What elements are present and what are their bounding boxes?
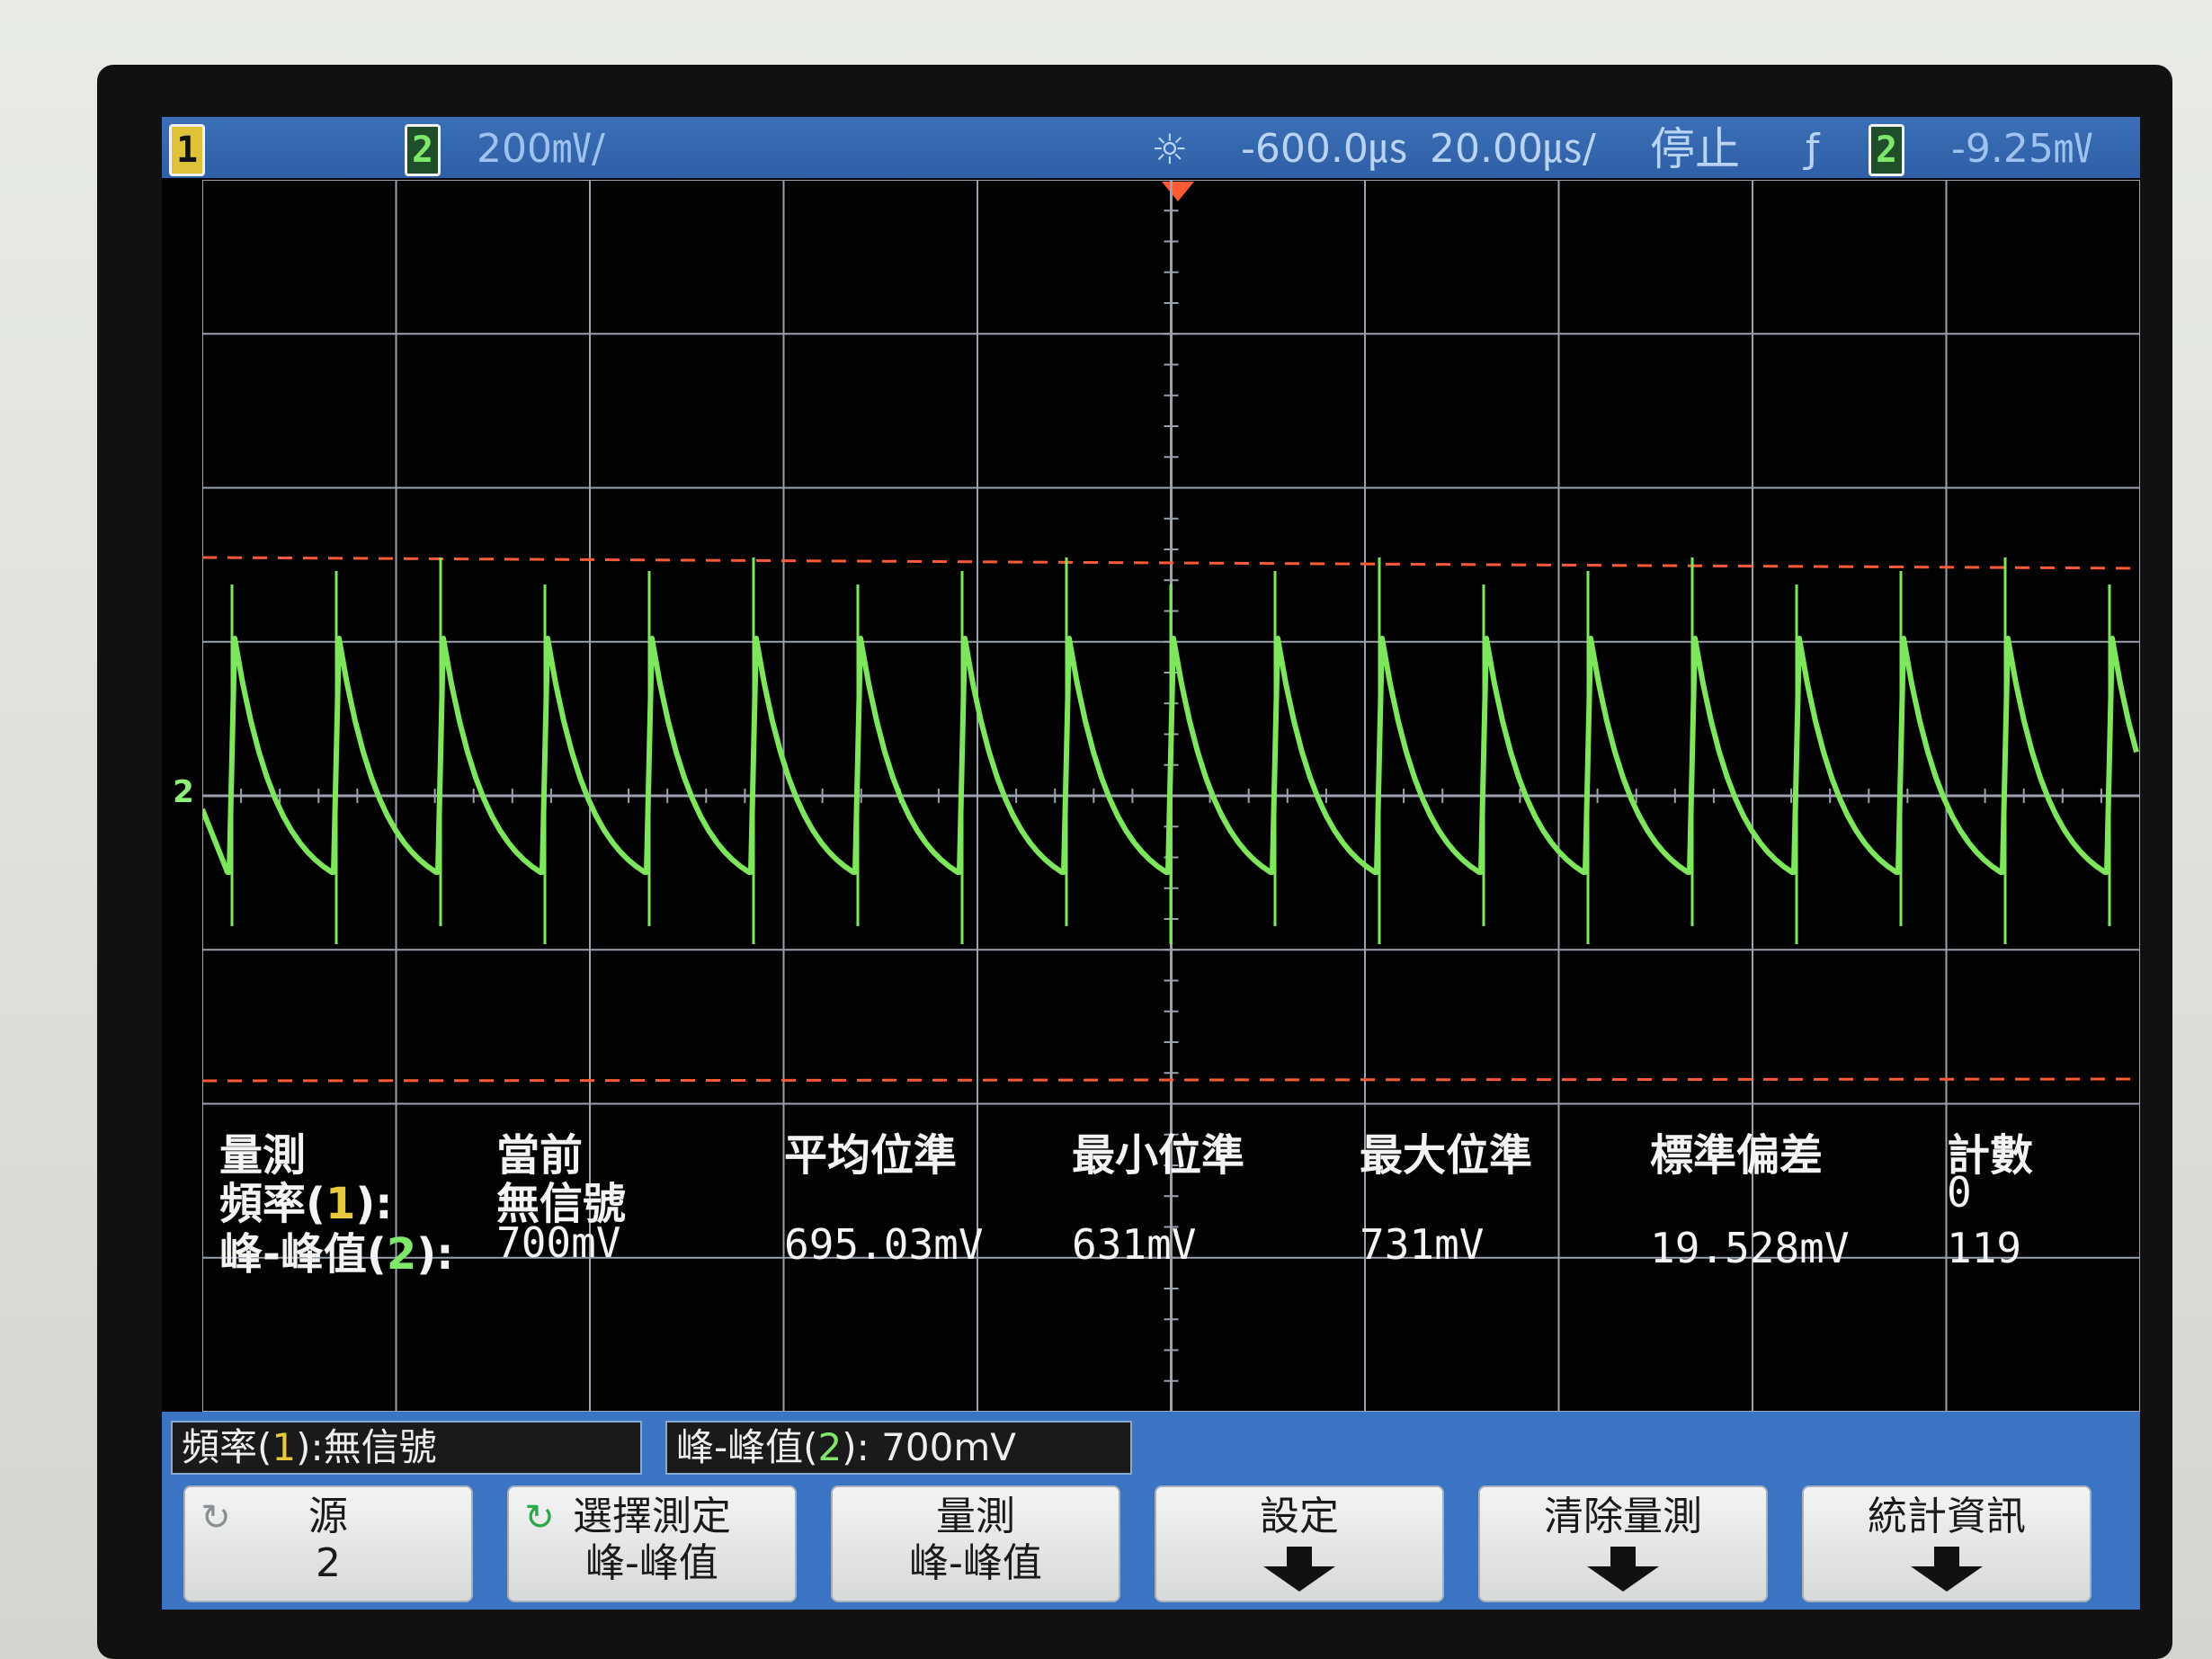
source-softkey-value: 2 [316, 1540, 341, 1586]
channel-2-scale: 200㎷/ [477, 126, 605, 172]
ground-marker[interactable]: 2 [165, 772, 201, 813]
row-pp-count: 119 [1947, 1224, 2022, 1272]
select-measurement-label: 選擇測定 [573, 1494, 731, 1539]
statistics-softkey-label: 統計資訊 [1868, 1494, 2026, 1539]
row-pp-mean: 695.03mV [784, 1220, 984, 1269]
readout-frequency: 頻率(1):無信號 [171, 1421, 642, 1475]
channel-2-indicator[interactable]: 2 [405, 124, 441, 176]
measurement-table: 量測 當前 平均位準 最小位準 最大位準 標準偏差 計數 頻率(1): 無信號 … [162, 1119, 2140, 1389]
header-std: 標準偏差 [1650, 1130, 1824, 1181]
trigger-source: 2 [1869, 124, 1904, 176]
settings-softkey-label: 設定 [1260, 1494, 1339, 1539]
readout-peak-to-peak: 峰-峰值(2): 700mV [665, 1421, 1132, 1475]
softkey-bar: 頻率(1):無信號 峰-峰值(2): 700mV ↻ 源 2 ↻ 選擇測定 峰-… [162, 1412, 2140, 1610]
measure-softkey-label: 量測 [936, 1494, 1015, 1539]
horizontal-delay: -600.0㎲ [1241, 126, 1408, 172]
source-softkey[interactable]: ↻ 源 2 [183, 1485, 473, 1602]
status-bar: 1 2 200㎷/ ☼ -600.0㎲ 20.00㎲/ 停止 ƒ 2 -9.25… [162, 117, 2140, 178]
row-pp-min: 631mV [1072, 1220, 1197, 1269]
timebase: 20.00㎲/ [1430, 126, 1596, 172]
statistics-softkey[interactable]: 統計資訊 [1802, 1485, 2092, 1602]
select-measurement-softkey[interactable]: ↻ 選擇測定 峰-峰值 [507, 1485, 797, 1602]
down-arrow-icon [1263, 1547, 1335, 1592]
sun-icon: ☼ [1151, 125, 1189, 174]
row-freq-count: 0 [1947, 1168, 1972, 1217]
trace-spikes [230, 557, 2111, 944]
clear-measurements-softkey[interactable]: 清除量測 [1478, 1485, 1768, 1602]
cursor-line [202, 1077, 2140, 1083]
softkeys: ↻ 源 2 ↻ 選擇測定 峰-峰值 量測 峰-峰值 設定 清除量測 統計資訊 [162, 1485, 2140, 1602]
trigger-edge-icon: ƒ [1806, 126, 1820, 172]
down-arrow-icon [1911, 1547, 1983, 1592]
source-softkey-label: 源 [308, 1494, 348, 1539]
oscilloscope-screen: 1 2 200㎷/ ☼ -600.0㎲ 20.00㎲/ 停止 ƒ 2 -9.25… [162, 117, 2140, 1610]
row-pp-std: 19.528mV [1650, 1224, 1850, 1272]
down-arrow-icon [1587, 1547, 1659, 1592]
header-min: 最小位準 [1072, 1130, 1245, 1181]
trigger-level: -9.25㎷ [1951, 126, 2093, 172]
header-max: 最大位準 [1360, 1130, 1533, 1181]
settings-softkey[interactable]: 設定 [1155, 1485, 1444, 1602]
row-pp-max: 731mV [1360, 1220, 1485, 1269]
row-pp-current: 700mV [496, 1218, 621, 1267]
measure-softkey-value: 峰-峰值 [909, 1540, 1042, 1586]
measure-softkey[interactable]: 量測 峰-峰值 [831, 1485, 1120, 1602]
select-measurement-value: 峰-峰值 [585, 1540, 718, 1586]
run-state: 停止 [1650, 123, 1740, 175]
row-pp-label: 峰-峰值(2): [219, 1229, 454, 1280]
channel-1-indicator[interactable]: 1 [169, 124, 205, 176]
clear-measurements-label: 清除量測 [1544, 1494, 1702, 1539]
header-mean: 平均位準 [784, 1130, 958, 1181]
